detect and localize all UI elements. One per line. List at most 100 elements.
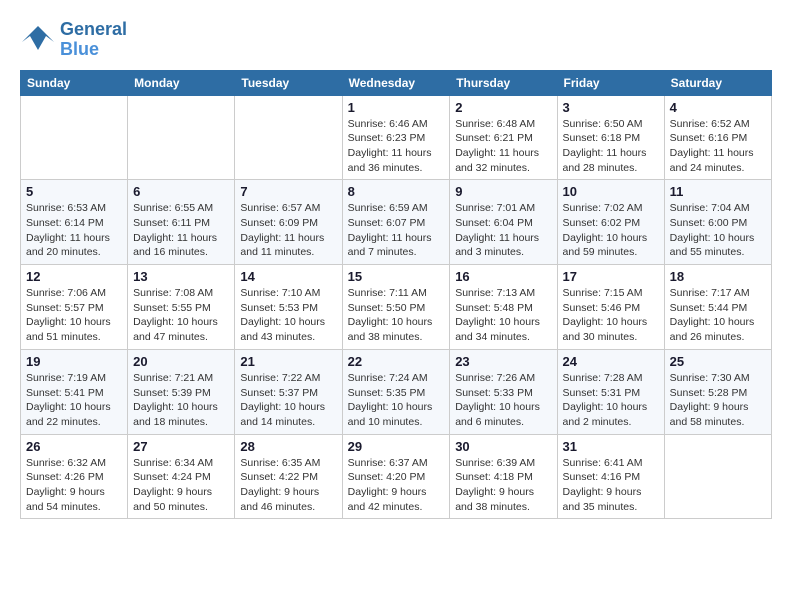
page-header: General Blue <box>20 20 772 60</box>
day-number: 18 <box>670 269 766 284</box>
calendar-day-31: 31Sunrise: 6:41 AMSunset: 4:16 PMDayligh… <box>557 434 664 519</box>
weekday-header-saturday: Saturday <box>664 70 771 95</box>
calendar-day-10: 10 Sunrise: 7:02 AMSunset: 6:02 PMDayligh… <box>557 180 664 265</box>
calendar-day-8: 8 Sunrise: 6:59 AMSunset: 6:07 PMDaylight… <box>342 180 450 265</box>
day-info: Sunrise: 6:32 AMSunset: 4:26 PMDaylight:… <box>26 456 122 515</box>
day-number: 28 <box>240 439 336 454</box>
day-number: 15 <box>348 269 445 284</box>
day-info: Sunrise: 7:11 AMSunset: 5:50 PMDaylight:… <box>348 286 445 345</box>
logo: General Blue <box>20 20 127 60</box>
day-info: Sunrise: 7:22 AMSunset: 5:37 PMDaylight:… <box>240 371 336 430</box>
day-info: Sunrise: 6:34 AMSunset: 4:24 PMDaylight:… <box>133 456 229 515</box>
day-number: 8 <box>348 184 445 199</box>
calendar-week-row: 26 Sunrise: 6:32 AMSunset: 4:26 PMDayligh… <box>21 434 772 519</box>
day-number: 30 <box>455 439 551 454</box>
calendar-day-21: 21 Sunrise: 7:22 AMSunset: 5:37 PMDayligh… <box>235 349 342 434</box>
calendar-day-23: 23Sunrise: 7:26 AMSunset: 5:33 PMDayligh… <box>450 349 557 434</box>
calendar-day-5: 5Sunrise: 6:53 AMSunset: 6:14 PMDaylight… <box>21 180 128 265</box>
day-info: Sunrise: 6:35 AMSunset: 4:22 PMDaylight:… <box>240 456 336 515</box>
calendar-day-9: 9 Sunrise: 7:01 AMSunset: 6:04 PMDaylight… <box>450 180 557 265</box>
weekday-header-wednesday: Wednesday <box>342 70 450 95</box>
day-info: Sunrise: 7:17 AMSunset: 5:44 PMDaylight:… <box>670 286 766 345</box>
day-number: 26 <box>26 439 122 454</box>
calendar-day-6: 6Sunrise: 6:55 AMSunset: 6:11 PMDaylight… <box>128 180 235 265</box>
day-number: 2 <box>455 100 551 115</box>
day-info: Sunrise: 6:57 AMSunset: 6:09 PMDaylight:… <box>240 201 336 260</box>
logo-text: General Blue <box>60 20 127 60</box>
day-info: Sunrise: 6:52 AMSunset: 6:16 PMDaylight:… <box>670 117 766 176</box>
day-number: 21 <box>240 354 336 369</box>
day-info: Sunrise: 7:01 AMSunset: 6:04 PMDaylight:… <box>455 201 551 260</box>
day-info: Sunrise: 7:26 AMSunset: 5:33 PMDaylight:… <box>455 371 551 430</box>
day-number: 9 <box>455 184 551 199</box>
day-number: 5 <box>26 184 122 199</box>
day-number: 19 <box>26 354 122 369</box>
calendar-day-1: 1Sunrise: 6:46 AMSunset: 6:23 PMDaylight… <box>342 95 450 180</box>
calendar-day-14: 14 Sunrise: 7:10 AMSunset: 5:53 PMDayligh… <box>235 265 342 350</box>
calendar-empty-cell <box>128 95 235 180</box>
calendar-empty-cell <box>235 95 342 180</box>
calendar-table: SundayMondayTuesdayWednesdayThursdayFrid… <box>20 70 772 520</box>
day-number: 4 <box>670 100 766 115</box>
calendar-day-24: 24 Sunrise: 7:28 AMSunset: 5:31 PMDayligh… <box>557 349 664 434</box>
calendar-day-22: 22Sunrise: 7:24 AMSunset: 5:35 PMDayligh… <box>342 349 450 434</box>
calendar-empty-cell <box>21 95 128 180</box>
day-info: Sunrise: 7:02 AMSunset: 6:02 PMDaylight:… <box>563 201 659 260</box>
day-number: 29 <box>348 439 445 454</box>
day-number: 12 <box>26 269 122 284</box>
calendar-day-25: 25Sunrise: 7:30 AMSunset: 5:28 PMDayligh… <box>664 349 771 434</box>
day-info: Sunrise: 7:08 AMSunset: 5:55 PMDaylight:… <box>133 286 229 345</box>
day-info: Sunrise: 7:06 AMSunset: 5:57 PMDaylight:… <box>26 286 122 345</box>
day-info: Sunrise: 7:04 AMSunset: 6:00 PMDaylight:… <box>670 201 766 260</box>
calendar-day-20: 20Sunrise: 7:21 AMSunset: 5:39 PMDayligh… <box>128 349 235 434</box>
calendar-day-30: 30 Sunrise: 6:39 AMSunset: 4:18 PMDayligh… <box>450 434 557 519</box>
calendar-day-2: 2 Sunrise: 6:48 AMSunset: 6:21 PMDaylight… <box>450 95 557 180</box>
logo-icon <box>20 22 56 58</box>
calendar-day-11: 11 Sunrise: 7:04 AMSunset: 6:00 PMDayligh… <box>664 180 771 265</box>
day-info: Sunrise: 6:59 AMSunset: 6:07 PMDaylight:… <box>348 201 445 260</box>
day-info: Sunrise: 7:30 AMSunset: 5:28 PMDaylight:… <box>670 371 766 430</box>
day-info: Sunrise: 6:55 AMSunset: 6:11 PMDaylight:… <box>133 201 229 260</box>
day-number: 16 <box>455 269 551 284</box>
day-info: Sunrise: 7:10 AMSunset: 5:53 PMDaylight:… <box>240 286 336 345</box>
day-number: 14 <box>240 269 336 284</box>
calendar-day-12: 12 Sunrise: 7:06 AMSunset: 5:57 PMDayligh… <box>21 265 128 350</box>
calendar-day-13: 13 Sunrise: 7:08 AMSunset: 5:55 PMDayligh… <box>128 265 235 350</box>
weekday-header-friday: Friday <box>557 70 664 95</box>
calendar-day-17: 17Sunrise: 7:15 AMSunset: 5:46 PMDayligh… <box>557 265 664 350</box>
calendar-day-16: 16Sunrise: 7:13 AMSunset: 5:48 PMDayligh… <box>450 265 557 350</box>
day-number: 7 <box>240 184 336 199</box>
calendar-week-row: 19 Sunrise: 7:19 AMSunset: 5:41 PMDayligh… <box>21 349 772 434</box>
day-info: Sunrise: 6:48 AMSunset: 6:21 PMDaylight:… <box>455 117 551 176</box>
day-info: Sunrise: 7:24 AMSunset: 5:35 PMDaylight:… <box>348 371 445 430</box>
calendar-day-26: 26 Sunrise: 6:32 AMSunset: 4:26 PMDayligh… <box>21 434 128 519</box>
weekday-header-thursday: Thursday <box>450 70 557 95</box>
calendar-week-row: 5Sunrise: 6:53 AMSunset: 6:14 PMDaylight… <box>21 180 772 265</box>
day-number: 3 <box>563 100 659 115</box>
day-info: Sunrise: 6:37 AMSunset: 4:20 PMDaylight:… <box>348 456 445 515</box>
day-number: 27 <box>133 439 229 454</box>
day-info: Sunrise: 6:50 AMSunset: 6:18 PMDaylight:… <box>563 117 659 176</box>
day-info: Sunrise: 7:21 AMSunset: 5:39 PMDaylight:… <box>133 371 229 430</box>
calendar-day-27: 27 Sunrise: 6:34 AMSunset: 4:24 PMDayligh… <box>128 434 235 519</box>
weekday-header-tuesday: Tuesday <box>235 70 342 95</box>
day-number: 11 <box>670 184 766 199</box>
day-number: 1 <box>348 100 445 115</box>
day-info: Sunrise: 7:19 AMSunset: 5:41 PMDaylight:… <box>26 371 122 430</box>
calendar-day-3: 3 Sunrise: 6:50 AMSunset: 6:18 PMDaylight… <box>557 95 664 180</box>
day-info: Sunrise: 6:39 AMSunset: 4:18 PMDaylight:… <box>455 456 551 515</box>
weekday-header-monday: Monday <box>128 70 235 95</box>
calendar-week-row: 1Sunrise: 6:46 AMSunset: 6:23 PMDaylight… <box>21 95 772 180</box>
day-number: 31 <box>563 439 659 454</box>
calendar-day-15: 15 Sunrise: 7:11 AMSunset: 5:50 PMDayligh… <box>342 265 450 350</box>
weekday-header-sunday: Sunday <box>21 70 128 95</box>
calendar-day-29: 29 Sunrise: 6:37 AMSunset: 4:20 PMDayligh… <box>342 434 450 519</box>
calendar-day-7: 7 Sunrise: 6:57 AMSunset: 6:09 PMDaylight… <box>235 180 342 265</box>
calendar-day-18: 18 Sunrise: 7:17 AMSunset: 5:44 PMDayligh… <box>664 265 771 350</box>
day-number: 24 <box>563 354 659 369</box>
day-number: 13 <box>133 269 229 284</box>
calendar-day-28: 28 Sunrise: 6:35 AMSunset: 4:22 PMDayligh… <box>235 434 342 519</box>
day-info: Sunrise: 7:28 AMSunset: 5:31 PMDaylight:… <box>563 371 659 430</box>
calendar-day-4: 4 Sunrise: 6:52 AMSunset: 6:16 PMDaylight… <box>664 95 771 180</box>
day-number: 10 <box>563 184 659 199</box>
